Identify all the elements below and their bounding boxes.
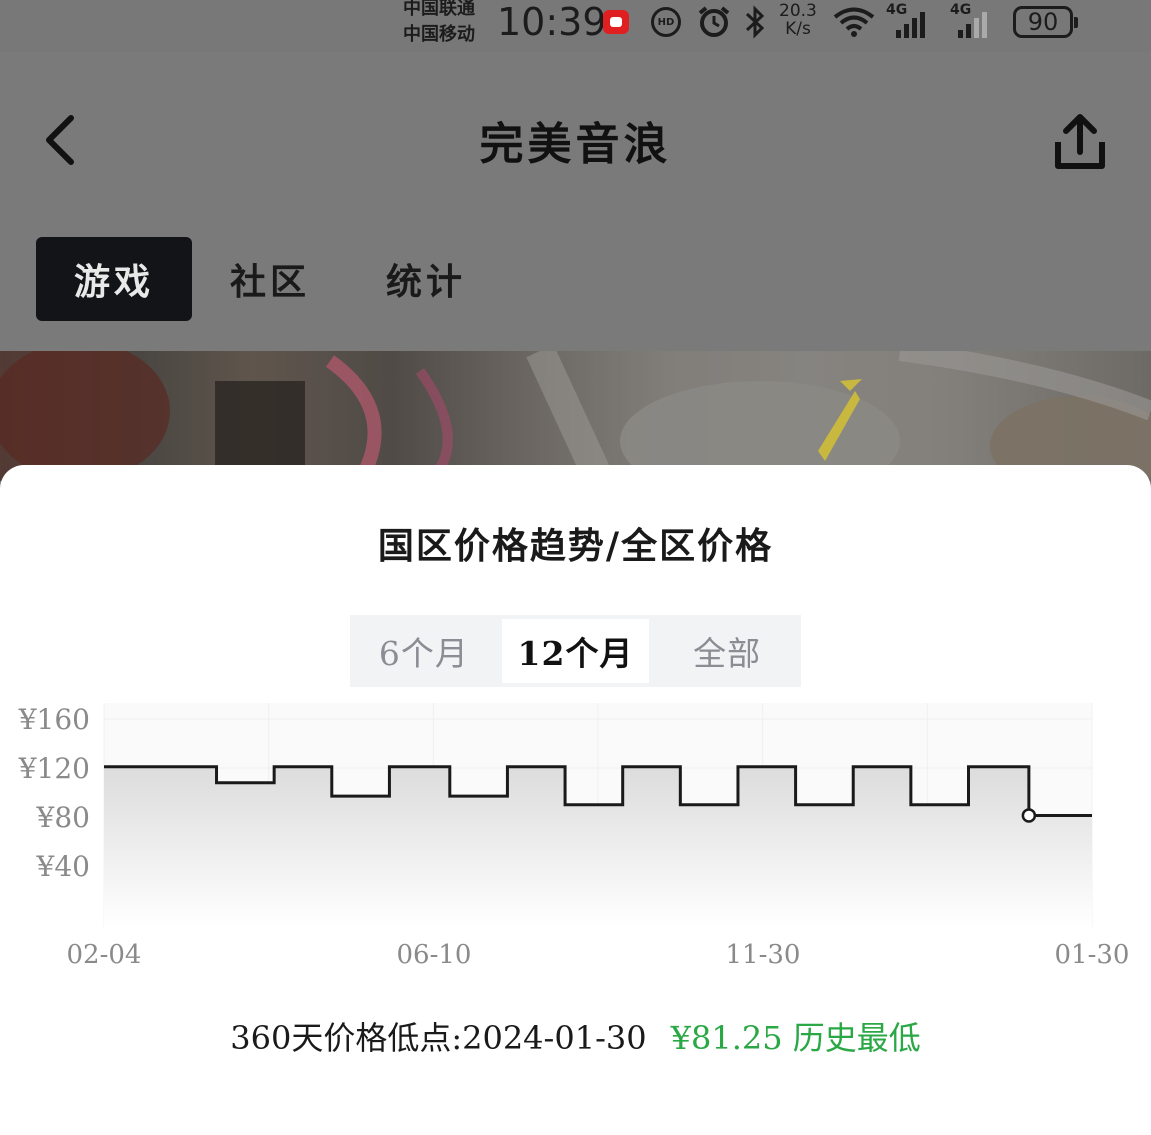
alarm-icon	[697, 6, 731, 38]
lowest-price-point	[1021, 808, 1037, 823]
page-title: 完美音浪	[479, 119, 672, 170]
main-tabs: 游戏 社区 统计	[36, 237, 504, 321]
range-12-months[interactable]: 12个月	[501, 619, 650, 683]
speed-value: 20.3	[779, 1, 817, 21]
chart-title: 国区价格趋势/全区价格	[377, 525, 774, 567]
lowest-price-badge: ¥81.25 历史最低	[670, 1019, 921, 1057]
hd-call-icon: HD	[651, 6, 681, 38]
x-tick-label: 06-10	[397, 940, 472, 970]
signal-1-icon	[896, 8, 925, 40]
price-trend-chart: ¥160 ¥120 ¥80 ¥40 02-04 06-10 11-30 01-30	[18, 703, 1130, 970]
range-all[interactable]: 全部	[653, 615, 801, 687]
carrier-2: 中国移动	[403, 24, 475, 45]
signal-2-icon	[958, 8, 987, 40]
y-tick-label: ¥160	[18, 703, 90, 736]
status-bar: 中国联通 中国移动 10:39 HD 20.3 K/s 4G 4G 90	[0, 0, 1151, 52]
price-low-summary: 360天价格低点:2024-01-30 ¥81.25 历史最低	[0, 1013, 1151, 1059]
x-tick-label: 02-04	[67, 940, 142, 970]
carrier-1: 中国联通	[403, 0, 475, 19]
network-speed: 20.3 K/s	[779, 2, 817, 38]
low-point-label: 360天价格低点:2024-01-30	[230, 1019, 647, 1057]
x-tick-label: 01-30	[1055, 940, 1130, 970]
notification-app-icon	[603, 10, 629, 34]
tab-game[interactable]: 游戏	[36, 237, 192, 321]
bluetooth-icon	[742, 5, 768, 39]
x-tick-label: 11-30	[726, 940, 801, 970]
range-6-months[interactable]: 6个月	[350, 615, 498, 687]
y-tick-label: ¥80	[36, 801, 90, 834]
price-trend-sheet: 国区价格趋势/全区价格 6个月 12个月 全部 ¥160 ¥120 ¥80 ¥40 0…	[0, 465, 1151, 1135]
share-button[interactable]	[1052, 112, 1110, 172]
wifi-icon	[832, 6, 876, 38]
y-tick-label: ¥120	[18, 752, 90, 785]
clock: 10:39	[497, 0, 607, 44]
speed-unit: K/s	[785, 19, 811, 39]
y-tick-label: ¥40	[36, 850, 90, 883]
share-icon	[1055, 114, 1105, 169]
carrier-names: 中国联通 中国移动	[403, 0, 475, 48]
tab-community[interactable]: 社区	[192, 237, 348, 321]
battery-indicator: 90	[1013, 6, 1078, 38]
tab-statistics[interactable]: 统计	[348, 237, 504, 321]
range-selector: 6个月 12个月 全部	[350, 615, 801, 687]
hd-badge: HD	[651, 7, 681, 37]
game-banner-image	[0, 351, 1151, 481]
